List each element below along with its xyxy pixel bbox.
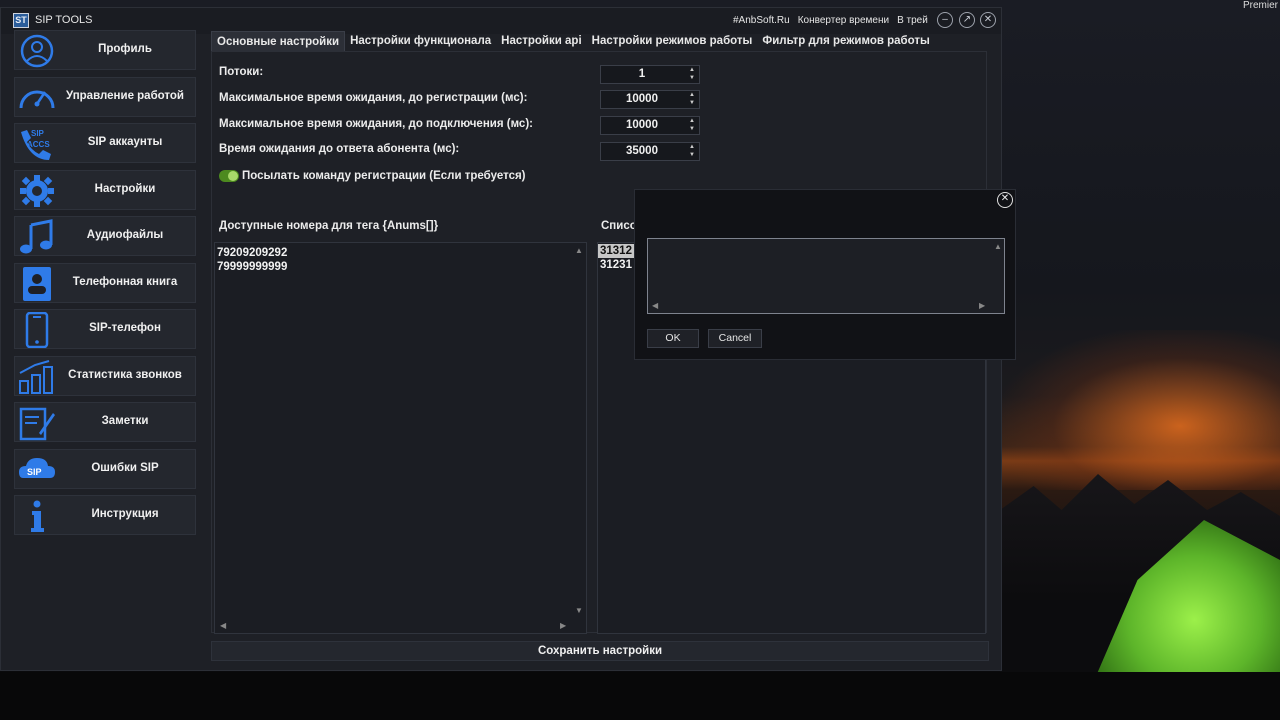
sidebar-item-label: Профиль [98,43,152,55]
tab-main-settings[interactable]: Основные настройки [211,31,346,51]
tab-mode-settings[interactable]: Настройки режимов работы [587,31,758,51]
answer-timeout-stepper[interactable]: 35000 ▲ ▼ [600,142,700,161]
svg-text:ACCS: ACCS [27,140,50,149]
app-logo-icon: ST [13,13,29,28]
sip-accounts-icon: SIP ACCS [21,129,51,160]
list-item[interactable]: 79209209292 [215,246,586,260]
scroll-up-icon[interactable]: ▲ [994,242,1002,251]
save-settings-button[interactable]: Сохранить настройки [211,641,989,661]
scroll-down-icon[interactable]: ▼ [575,606,583,615]
sidebar-item-label: Настройки [94,182,156,195]
reg-timeout-stepper[interactable]: 10000 ▲ ▼ [600,90,700,109]
window-title: SIP TOOLS [35,14,93,26]
time-converter-link[interactable]: Конвертер времени [798,15,889,26]
list-item[interactable]: 79999999999 [215,260,586,274]
sidebar: Профиль Управление работой SIP ACCS SIP … [14,30,196,542]
minimize-icon[interactable]: – [937,12,953,28]
sidebar-item-label: SIP-телефон [89,322,161,334]
stepper-arrows-icon[interactable]: ▲ ▼ [689,91,695,107]
numbers-list[interactable]: 79209209292 79999999999 ▲ ▼ ◀ ▶ [214,242,587,634]
sidebar-item-notes[interactable]: Заметки [14,402,196,442]
stepper-value: 35000 [626,145,658,157]
sidebar-item-work-control[interactable]: Управление работой [14,76,196,117]
phonebook-icon [23,266,51,301]
second-list-label: Списо [601,220,637,232]
conn-timeout-stepper[interactable]: 10000 ▲ ▼ [600,116,700,135]
sunset-glow [1000,330,1280,490]
dialog-text-input[interactable] [647,238,1005,314]
sidebar-item-label: Аудиофайлы [86,229,164,241]
threads-label: Потоки: [219,66,264,78]
scroll-left-icon[interactable]: ◀ [220,621,226,630]
info-icon [31,500,44,532]
stepper-value: 10000 [626,119,658,131]
sidebar-item-label: Ошибки SIP [91,461,159,474]
stepper-arrows-icon[interactable]: ▲ ▼ [689,143,695,159]
mobile-phone-icon [25,312,49,348]
stepper-arrows-icon[interactable]: ▲ ▼ [689,117,695,133]
maximize-icon[interactable]: ↗ [959,12,975,28]
sidebar-item-label: Инструкция [91,508,159,520]
tab-mode-filter[interactable]: Фильтр для режимов работы [757,31,934,51]
svg-text:SIP: SIP [27,467,42,477]
ok-button[interactable]: OK [647,329,699,348]
send-register-label: Посылать команду регистрации (Если требу… [242,170,526,182]
tab-functional-settings[interactable]: Настройки функционала [345,31,496,51]
send-register-toggle[interactable] [219,170,239,182]
sidebar-item-sip-errors[interactable]: SIP Ошибки SIP [14,448,196,489]
speedometer-icon [19,90,55,108]
sidebar-item-call-stats[interactable]: Статистика звонков [14,355,196,396]
sidebar-item-profile[interactable]: Профиль [14,30,196,70]
music-note-icon [20,219,53,254]
anbsoft-link[interactable]: #AnbSoft.Ru [733,15,790,26]
sidebar-item-instructions[interactable]: Инструкция [14,495,196,535]
notes-icon [19,407,55,441]
sip-error-icon: SIP [19,457,55,478]
list-item-selected[interactable]: 31312 [598,244,636,258]
settings-tabs: Основные настройки Настройки функционала… [211,31,935,51]
scroll-up-icon[interactable]: ▲ [575,246,583,255]
sidebar-item-audio[interactable]: Аудиофайлы [14,216,196,256]
answer-timeout-label: Время ожидания до ответа абонента (мс): [219,143,460,155]
scroll-left-icon[interactable]: ◀ [652,301,658,310]
bar-chart-icon [19,359,53,394]
tab-api-settings[interactable]: Настройки api [496,31,586,51]
desktop-corner-text: Premier [1242,0,1278,11]
sidebar-item-label: SIP аккаунты [87,136,163,148]
gear-icon [20,174,54,207]
to-tray-link[interactable]: В трей [897,15,928,26]
scroll-right-icon[interactable]: ▶ [560,621,566,630]
threads-stepper[interactable]: 1 ▲ ▼ [600,65,700,84]
sidebar-item-label: Заметки [101,415,149,427]
profile-icon [20,34,54,68]
stepper-value: 10000 [626,93,658,105]
sidebar-item-label: Статистика звонков [68,368,182,381]
conn-timeout-label: Максимальное время ожидания, до подключе… [219,118,533,130]
title-links: #AnbSoft.Ru Конвертер времени В трей [733,15,928,26]
taskbar [0,672,1280,720]
numbers-list-label: Доступные номера для тега {Anums[]} [219,220,439,232]
stepper-value: 1 [638,68,646,80]
cancel-button[interactable]: Cancel [708,329,762,348]
scroll-right-icon[interactable]: ▶ [979,301,985,310]
dialog-close-icon[interactable]: ✕ [997,192,1013,208]
close-icon[interactable]: ✕ [980,12,996,28]
sidebar-item-settings[interactable]: Настройки [14,169,196,210]
sidebar-item-label: Телефонная книга [72,275,178,288]
stepper-arrows-icon[interactable]: ▲ ▼ [689,66,695,82]
input-dialog: ✕ ▲ ◀ ▶ OK Cancel [634,189,1016,360]
sidebar-item-label: Управление работой [66,89,184,102]
svg-text:SIP: SIP [31,129,45,138]
sidebar-item-phonebook[interactable]: Телефонная книга [14,262,196,303]
sidebar-item-sip-accounts[interactable]: SIP ACCS SIP аккаунты [14,123,196,163]
reg-timeout-label: Максимальное время ожидания, до регистра… [219,92,528,104]
sidebar-item-sip-phone[interactable]: SIP-телефон [14,309,196,349]
